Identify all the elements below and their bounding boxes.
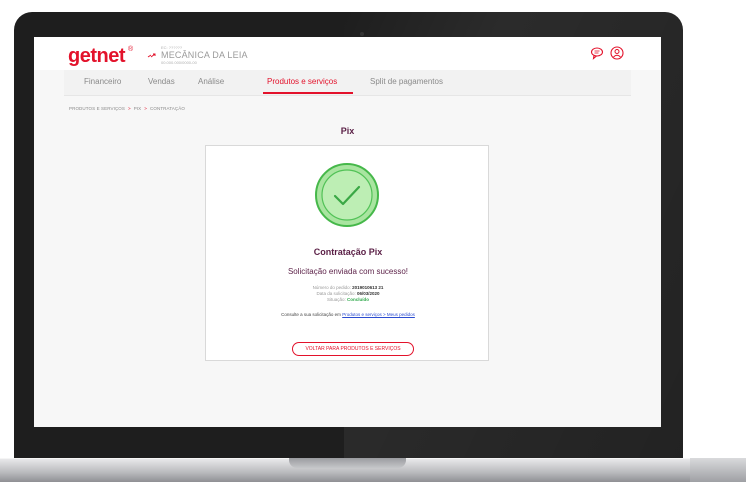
card-title: Contratação Pix [313, 247, 383, 257]
getnet-logo[interactable]: getnet [68, 45, 126, 68]
laptop-mockup: getnet ® EC: ?????? MECÂNICA DA LEIA 00.… [0, 0, 746, 482]
page-title: Pix [340, 126, 355, 136]
top-bar: getnet ® EC: ?????? MECÂNICA DA LEIA 00.… [34, 37, 661, 70]
confirmation-card: Contratação Pix Solicitação enviada com … [205, 145, 489, 361]
screen: getnet ® EC: ?????? MECÂNICA DA LEIA 00.… [34, 37, 661, 427]
merchant-name: MECÂNICA DA LEIA [161, 50, 248, 60]
request-date-value: 06/03/2020 [357, 291, 380, 296]
order-info: Número do pedido: 2019010613 21 Data da … [206, 285, 490, 303]
nav-item-analise[interactable]: Análise [198, 77, 224, 86]
nav-item-produtos-servicos[interactable]: Produtos e serviços [267, 77, 337, 86]
back-to-products-button[interactable]: VOLTAR PARA PRODUTOS E SERVIÇOS [292, 342, 414, 356]
consult-text: Consulte a sua solicitação em [281, 312, 341, 317]
chat-icon[interactable] [590, 46, 604, 60]
laptop-notch [289, 458, 406, 468]
merchant-cnpj: 00.000.000/0000-00 [161, 60, 197, 65]
registered-mark: ® [128, 46, 134, 53]
nav-item-vendas[interactable]: Vendas [148, 77, 175, 86]
breadcrumb-separator: > [128, 106, 131, 111]
breadcrumb: PRODUTOS E SERVIÇOS > PIX > CONTRATAÇÃO [69, 106, 185, 111]
nav-item-financeiro[interactable]: Financeiro [84, 77, 121, 86]
order-number-label: Número do pedido: [312, 285, 351, 290]
camera [360, 32, 364, 36]
my-orders-link[interactable]: Produtos e serviços > Meus pedidos [342, 312, 415, 317]
breadcrumb-separator: > [144, 106, 148, 111]
breadcrumb-item-pix[interactable]: PIX [134, 106, 142, 111]
consult-line: Consulte a sua solicitação em Produtos e… [206, 312, 490, 317]
success-check-icon [315, 163, 379, 227]
merchant-info[interactable]: EC: ?????? MECÂNICA DA LEIA 00.000.000/0… [161, 45, 248, 65]
user-icon[interactable] [610, 46, 624, 60]
main-nav: Financeiro Vendas Análise Produtos e ser… [64, 70, 631, 96]
nav-item-split-pagamentos[interactable]: Split de pagamentos [370, 77, 443, 86]
success-message: Solicitação enviada com sucesso! [287, 267, 409, 276]
breadcrumb-item-contratacao: CONTRATAÇÃO [150, 106, 185, 111]
status-label: Situação: [326, 297, 346, 302]
active-tab-indicator [263, 92, 353, 94]
request-date-label: Data da solicitação: [316, 291, 356, 296]
breadcrumb-item-produtos[interactable]: PRODUTOS E SERVIÇOS [69, 106, 125, 111]
link-icon[interactable] [147, 53, 157, 59]
order-number-value: 2019010613 21 [352, 285, 384, 290]
status-value: Concluído [347, 297, 370, 302]
